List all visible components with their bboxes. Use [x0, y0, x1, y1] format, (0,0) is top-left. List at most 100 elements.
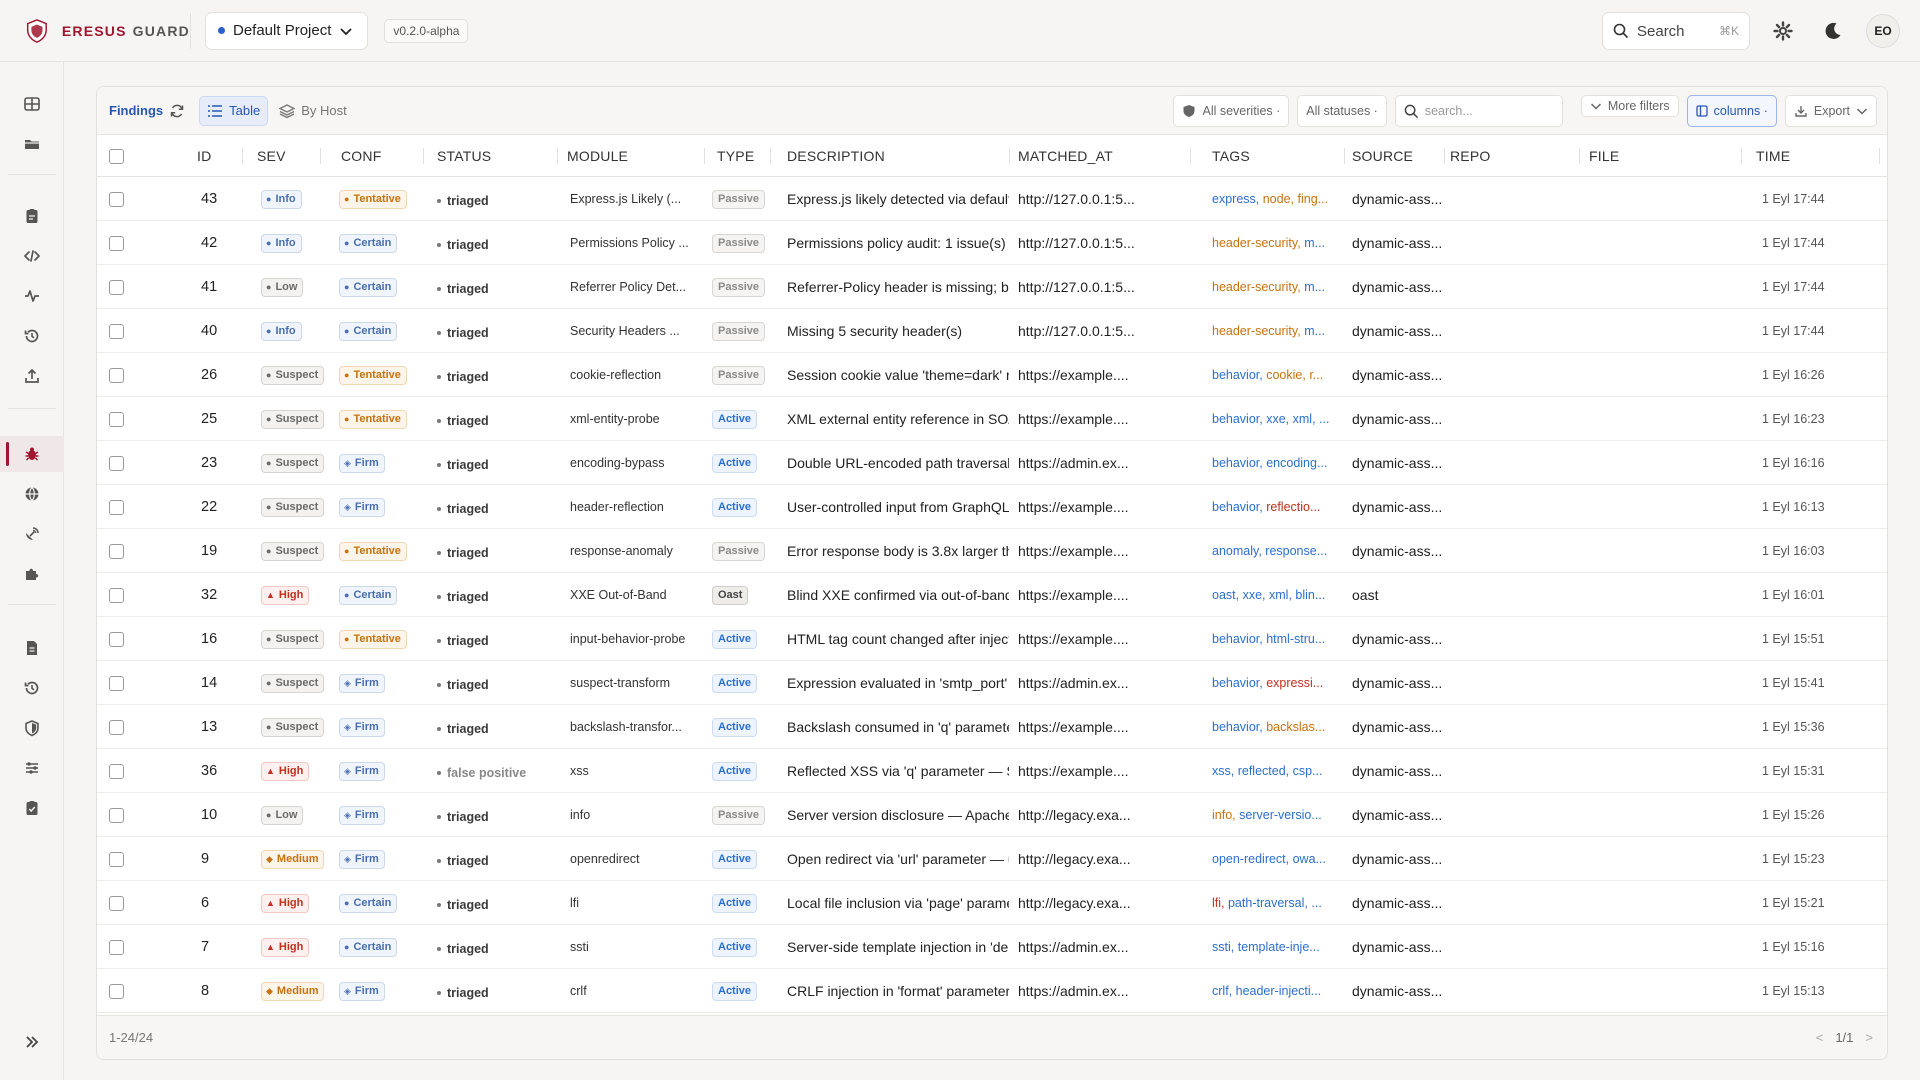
tag[interactable]: cookie, — [1266, 368, 1306, 382]
sidebar-item-projects[interactable] — [0, 126, 64, 162]
status-filter[interactable]: All statuses · — [1297, 95, 1387, 127]
column-header-description[interactable]: DESCRIPTION — [787, 135, 885, 177]
column-header-sev[interactable]: SEV — [257, 135, 286, 177]
status-badge[interactable]: triaged — [437, 326, 489, 340]
sidebar-expand-button[interactable] — [0, 1024, 64, 1060]
matched-at[interactable]: http://legacy.exa... — [1018, 837, 1188, 881]
status-badge[interactable]: triaged — [437, 942, 489, 956]
row-checkbox[interactable] — [109, 631, 124, 647]
status-badge[interactable]: triaged — [437, 282, 489, 296]
tag[interactable]: behavior, — [1212, 720, 1263, 734]
select-all-checkbox[interactable] — [109, 148, 124, 164]
status-badge[interactable]: triaged — [437, 502, 489, 516]
table-row[interactable]: 6 ▲ High ● Certain triaged lfi Active Local file… — [97, 881, 1887, 925]
tag[interactable]: m... — [1304, 236, 1325, 250]
matched-at[interactable]: https://example.... — [1018, 705, 1188, 749]
status-cell[interactable]: triaged — [437, 793, 489, 837]
tag[interactable]: header-security, — [1212, 324, 1301, 338]
table-row[interactable]: 40 ● Info ● Certain triaged Security Headers .… — [97, 309, 1887, 353]
sidebar-item-findings[interactable] — [0, 436, 64, 472]
status-badge[interactable]: triaged — [437, 810, 489, 824]
status-badge[interactable]: triaged — [437, 722, 489, 736]
status-cell[interactable]: triaged — [437, 705, 489, 749]
status-cell[interactable]: triaged — [437, 353, 489, 397]
row-checkbox[interactable] — [109, 675, 124, 691]
tag[interactable]: open-redirect, — [1212, 852, 1289, 866]
column-header-time[interactable]: TIME — [1756, 135, 1790, 177]
brand[interactable]: ERESUS GUARD — [0, 17, 190, 45]
tag[interactable]: oast, — [1212, 588, 1239, 602]
table-row[interactable]: 36 ▲ High ◈ Firm false positive xss Active Refle… — [97, 749, 1887, 793]
status-badge[interactable]: triaged — [437, 458, 489, 472]
table-row[interactable]: 43 ● Info ● Tentative triaged Express.js Likel… — [97, 177, 1887, 221]
tag[interactable]: crlf, — [1212, 984, 1232, 998]
sidebar-item-dashboard[interactable] — [0, 86, 64, 122]
matched-at[interactable]: https://admin.ex... — [1018, 925, 1188, 969]
column-resize-handle[interactable] — [242, 148, 243, 164]
column-resize-handle[interactable] — [1344, 148, 1345, 164]
column-resize-handle[interactable] — [704, 148, 705, 164]
tag[interactable]: header-security, — [1212, 280, 1301, 294]
prev-page-button[interactable]: < — [1816, 1030, 1824, 1045]
sidebar-item-code[interactable] — [0, 238, 64, 274]
project-selector[interactable]: Default Project — [205, 11, 369, 50]
status-cell[interactable]: triaged — [437, 265, 489, 309]
tag[interactable]: reflected, — [1238, 764, 1289, 778]
table-row[interactable]: 19 ● Suspect ● Tentative triaged response-anom… — [97, 529, 1887, 573]
table-row[interactable]: 23 ● Suspect ◈ Firm triaged encoding-bypass Act… — [97, 441, 1887, 485]
matched-at[interactable]: https://example.... — [1018, 485, 1188, 529]
tag[interactable]: blin... — [1295, 588, 1325, 602]
tag[interactable]: owa... — [1293, 852, 1326, 866]
tag[interactable]: reflectio... — [1266, 500, 1320, 514]
tag[interactable]: xxe, — [1266, 412, 1289, 426]
sidebar-item-compliance[interactable] — [0, 790, 64, 826]
status-badge[interactable]: triaged — [437, 854, 489, 868]
sidebar-item-security[interactable] — [0, 710, 64, 746]
tag[interactable]: xxe, — [1243, 588, 1266, 602]
status-cell[interactable]: triaged — [437, 441, 489, 485]
matched-at[interactable]: https://admin.ex... — [1018, 969, 1188, 1013]
tag[interactable]: encoding... — [1266, 456, 1327, 470]
column-resize-handle[interactable] — [557, 148, 558, 164]
status-badge[interactable]: triaged — [437, 986, 489, 1000]
global-search-button[interactable]: Search ⌘K — [1602, 12, 1750, 50]
view-table-button[interactable]: Table — [199, 95, 269, 126]
tag[interactable]: m... — [1304, 280, 1325, 294]
tag[interactable]: r... — [1309, 368, 1323, 382]
theme-toggle-button[interactable] — [1816, 14, 1850, 48]
status-badge[interactable]: triaged — [437, 634, 489, 648]
column-resize-handle[interactable] — [1579, 148, 1580, 164]
tag[interactable]: ssti, — [1212, 940, 1234, 954]
sidebar-item-history[interactable] — [0, 318, 64, 354]
status-cell[interactable]: triaged — [437, 485, 489, 529]
matched-at[interactable]: https://admin.ex... — [1018, 661, 1188, 705]
row-checkbox[interactable] — [109, 543, 124, 559]
table-row[interactable]: 32 ▲ High ● Certain triaged XXE Out-of-Band Oas… — [97, 573, 1887, 617]
status-cell[interactable]: triaged — [437, 221, 489, 265]
matched-at[interactable]: http://127.0.0.1:5... — [1018, 265, 1188, 309]
status-cell[interactable]: triaged — [437, 177, 489, 221]
matched-at[interactable]: http://legacy.exa... — [1018, 793, 1188, 837]
status-cell[interactable]: triaged — [437, 969, 489, 1013]
tag[interactable]: backslas... — [1266, 720, 1325, 734]
findings-search-input[interactable]: search... — [1394, 95, 1563, 127]
row-checkbox[interactable] — [109, 499, 124, 515]
table-row[interactable]: 10 ● Low ◈ Firm triaged info Passive Server vers… — [97, 793, 1887, 837]
tag[interactable]: csp... — [1293, 764, 1323, 778]
column-resize-handle[interactable] — [770, 148, 771, 164]
severity-filter[interactable]: All severities · — [1173, 95, 1290, 127]
tag[interactable]: behavior, — [1212, 456, 1263, 470]
column-header-source[interactable]: SOURCE — [1352, 135, 1413, 177]
status-cell[interactable]: triaged — [437, 661, 489, 705]
row-checkbox[interactable] — [109, 455, 124, 471]
tag[interactable]: template-inje... — [1238, 940, 1320, 954]
tag[interactable]: ... — [1319, 412, 1329, 426]
status-cell[interactable]: triaged — [437, 397, 489, 441]
row-checkbox[interactable] — [109, 895, 124, 911]
tag[interactable]: path-traversal, — [1228, 896, 1308, 910]
status-badge[interactable]: false positive — [437, 766, 526, 780]
column-resize-handle[interactable] — [1741, 148, 1742, 164]
status-cell[interactable]: false positive — [437, 749, 526, 793]
row-checkbox[interactable] — [109, 411, 124, 427]
row-checkbox[interactable] — [109, 983, 124, 999]
